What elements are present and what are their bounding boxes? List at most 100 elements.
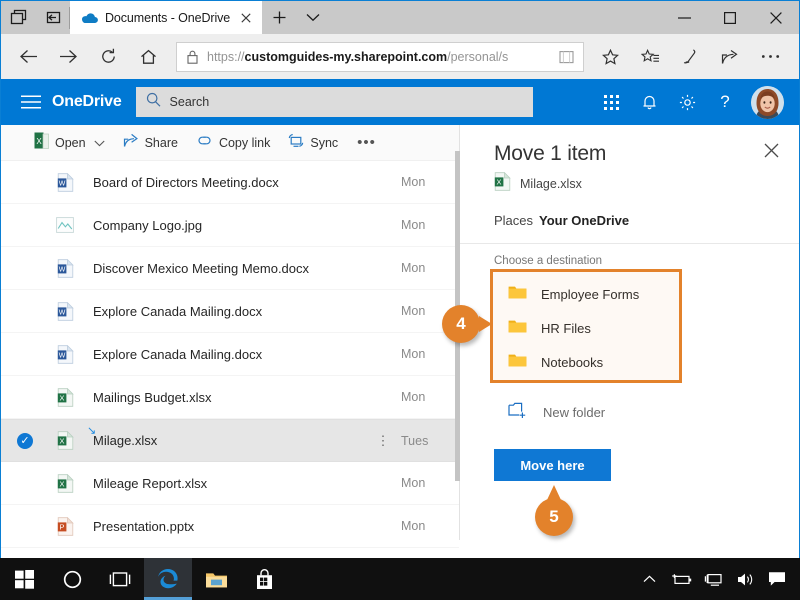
destination-box: Employee Forms HR Files Notebooks (490, 269, 682, 385)
close-tab-icon[interactable] (237, 9, 254, 26)
sync-button[interactable]: Sync (279, 125, 347, 161)
file-row[interactable]: W Discover Mexico Meeting Memo.docx Mon (1, 247, 459, 290)
chevron-up-icon[interactable] (634, 558, 664, 600)
file-name[interactable]: Company Logo.jpg (81, 218, 369, 233)
edge-browser-icon[interactable] (144, 558, 192, 600)
file-row[interactable]: Company Logo.jpg Mon (1, 204, 459, 247)
file-modified-date: Tues (401, 433, 429, 448)
file-select-checkbox[interactable]: ✓ (1, 430, 49, 451)
address-bar[interactable]: https://customguides-my.sharepoint.com/p… (176, 41, 584, 72)
file-row[interactable]: W Board of Directors Meeting.docx Mon (1, 161, 459, 204)
url-path: /personal/s (447, 49, 509, 64)
file-name[interactable]: Mailings Budget.xlsx (81, 390, 369, 405)
window-controls (661, 1, 799, 34)
battery-icon[interactable] (666, 558, 696, 600)
svg-text:X: X (59, 436, 64, 445)
cortana-circle-icon[interactable] (48, 558, 96, 600)
file-more-menu-icon[interactable]: ⋮ (369, 433, 397, 449)
file-row[interactable]: W Explore Canada Mailing.docx Mon (1, 333, 459, 376)
windows-start-icon[interactable] (0, 558, 48, 600)
forward-arrow-icon[interactable] (48, 38, 88, 76)
excel-file-icon: X (49, 473, 81, 493)
volume-icon[interactable] (730, 558, 760, 600)
microsoft-store-icon[interactable] (240, 558, 288, 600)
file-row[interactable]: ✓ X ↘ Milage.xlsx ⋮ Tues (1, 419, 459, 462)
file-list: W Board of Directors Meeting.docx Mon Compa… (1, 161, 459, 548)
file-modified-date: Mon (401, 175, 426, 189)
avatar[interactable] (744, 79, 790, 125)
file-name[interactable]: Mileage Report.xlsx (81, 476, 369, 491)
bell-icon[interactable] (630, 79, 668, 125)
web-note-pen-icon[interactable] (670, 38, 710, 76)
minimize-button[interactable] (661, 1, 707, 34)
file-row[interactable]: W Explore Canada Mailing.docx Mon (1, 290, 459, 333)
chevron-down-icon[interactable] (296, 1, 330, 34)
onedrive-cloud-icon (81, 9, 98, 26)
choose-destination-label: Choose a destination (494, 255, 603, 267)
tab-preview-icon[interactable] (1, 1, 35, 34)
action-center-icon[interactable] (762, 558, 792, 600)
file-explorer-icon[interactable] (192, 558, 240, 600)
file-name[interactable]: ↘ Milage.xlsx (81, 425, 369, 448)
maximize-button[interactable] (707, 1, 753, 34)
command-bar: X Open Share Copy link Sync ••• (1, 125, 459, 161)
network-icon[interactable] (698, 558, 728, 600)
file-modified-date: Mon (401, 476, 426, 490)
chevron-down-icon[interactable] (94, 134, 105, 152)
word-file-icon: W (49, 258, 81, 278)
new-folder-button[interactable]: New folder (494, 401, 799, 423)
places-value[interactable]: Your OneDrive (539, 213, 629, 228)
hamburger-menu-icon[interactable] (10, 79, 52, 125)
favorites-hub-icon[interactable] (630, 38, 670, 76)
more-ellipsis-icon[interactable] (750, 38, 790, 76)
file-row[interactable]: X Mailings Budget.xlsx Mon (1, 376, 459, 419)
browser-tab[interactable]: Documents - OneDrive (70, 1, 263, 34)
refresh-icon[interactable] (88, 38, 128, 76)
padlock-icon (183, 50, 201, 64)
file-name[interactable]: Explore Canada Mailing.docx (81, 347, 369, 362)
close-button[interactable] (753, 1, 799, 34)
search-placeholder: Search (169, 95, 210, 109)
app-launcher-grid-icon[interactable] (592, 79, 630, 125)
more-commands-button[interactable]: ••• (347, 125, 386, 161)
star-icon[interactable] (590, 38, 630, 76)
destination-row[interactable]: HR Files (494, 311, 646, 345)
excel-file-icon: X (49, 387, 81, 407)
tabstrip-drag-area (330, 1, 661, 34)
destination-row[interactable]: Notebooks (494, 345, 646, 379)
close-icon[interactable] (760, 139, 782, 161)
home-icon[interactable] (128, 38, 168, 76)
file-name[interactable]: Explore Canada Mailing.docx (81, 304, 369, 319)
search-input[interactable]: Search (135, 87, 533, 117)
destination-list: Employee Forms HR Files Notebooks (494, 271, 646, 385)
back-arrow-icon[interactable] (8, 38, 48, 76)
onedrive-brand[interactable]: OneDrive (52, 93, 122, 111)
file-name[interactable]: Presentation.pptx (81, 519, 369, 534)
excel-file-icon: X (49, 431, 81, 450)
file-name[interactable]: Board of Directors Meeting.docx (81, 175, 369, 190)
file-name[interactable]: Discover Mexico Meeting Memo.docx (81, 261, 369, 276)
gear-icon[interactable] (668, 79, 706, 125)
folder-icon (508, 284, 527, 304)
system-tray (634, 558, 800, 600)
move-here-button[interactable]: Move here (494, 449, 611, 481)
word-file-icon: W (49, 344, 81, 364)
file-row[interactable]: P Presentation.pptx Mon (1, 505, 459, 548)
help-button[interactable]: ? (706, 79, 744, 125)
share-icon[interactable] (710, 38, 750, 76)
destination-row[interactable]: Employee Forms (494, 277, 646, 311)
callout-step-4: 4 (442, 305, 492, 343)
share-button[interactable]: Share (114, 125, 187, 161)
excel-file-icon: X (34, 132, 49, 154)
new-folder-icon (508, 401, 527, 423)
open-button[interactable]: X Open (25, 125, 114, 161)
svg-text:X: X (36, 137, 42, 146)
reading-view-icon[interactable] (555, 50, 577, 64)
new-tab-button[interactable] (262, 1, 296, 34)
file-row[interactable]: X Mileage Report.xlsx Mon (1, 462, 459, 505)
task-view-icon[interactable] (96, 558, 144, 600)
set-aside-tabs-icon[interactable] (35, 1, 69, 34)
share-label: Share (144, 135, 178, 150)
image-file-icon (49, 217, 81, 233)
copy-link-button[interactable]: Copy link (187, 125, 279, 161)
